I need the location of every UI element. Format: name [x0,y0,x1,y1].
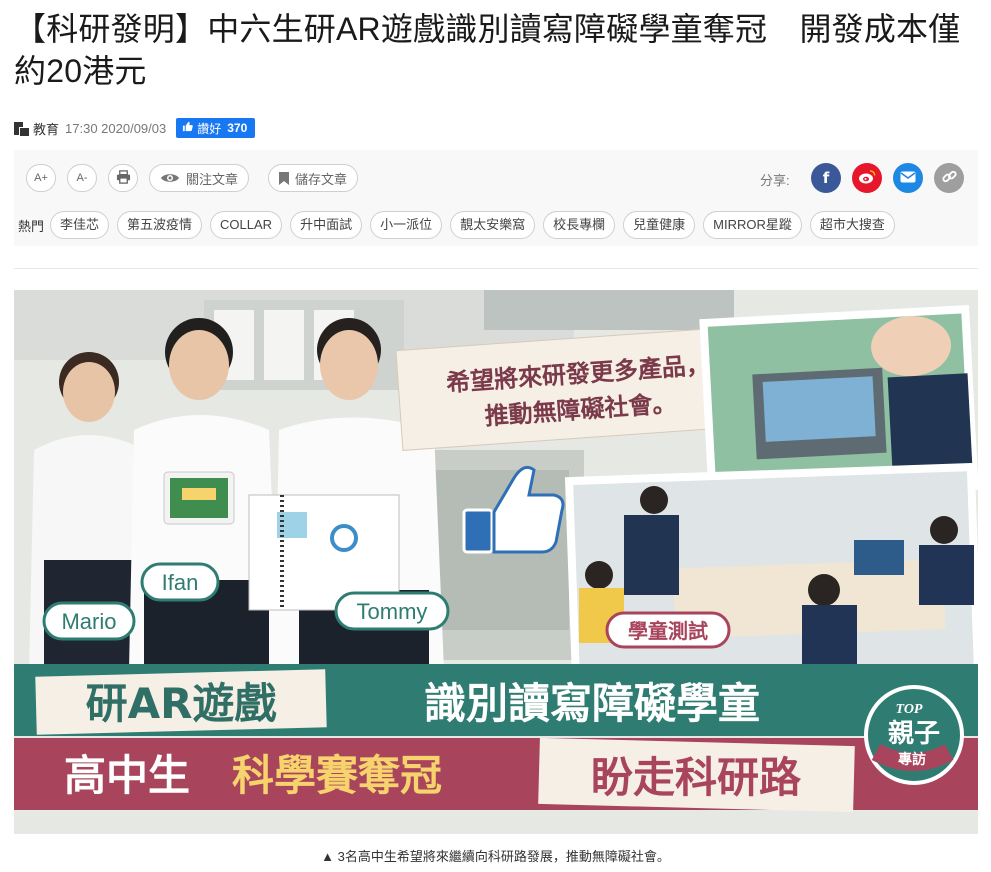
article-category[interactable]: 教育 [33,119,59,138]
follow-article-button[interactable]: 關注文章 [149,164,250,192]
article-hero-image[interactable]: 希望將來研發更多產品， 推動無障礙社會。 Mario Ifan Tommy 學童… [14,290,978,834]
printer-icon [116,169,131,187]
weibo-share-button[interactable] [852,163,882,193]
link-icon [941,169,957,188]
facebook-icon: f [822,169,830,187]
save-article-button[interactable]: 儲存文章 [268,164,359,192]
banner-line2-a: 高中生 [64,751,190,800]
hot-topics-bar: 熱門 李佳芯 第五波疫情 COLLAR 升中面試 小一派位 靚太安樂窩 校長專欄… [14,204,978,246]
eye-icon [160,172,180,184]
email-icon [900,170,916,187]
article-title: 【科研發明】中六生研AR遊戲識別讀寫障礙學童奪冠 開發成本僅約20港元 [14,11,961,89]
hot-tag[interactable]: 李佳芯 [50,211,110,239]
email-share-button[interactable] [893,163,923,193]
badge-mid: 親子 [888,719,940,749]
like-count: 370 [227,121,248,135]
hot-tag[interactable]: 第五波疫情 [117,211,203,239]
facebook-share-button[interactable]: f [811,163,841,193]
facebook-like-button[interactable]: 讚好 370 [176,118,256,138]
hot-label: 熱門 [18,218,45,234]
image-caption: ▲ 3名高中生希望將來繼續向科研路發展，推動無障礙社會。 [321,849,670,864]
font-decrease-button[interactable]: A- [67,164,97,192]
like-label: 讚好 [197,121,222,136]
hot-tag[interactable]: 兒童健康 [623,211,696,239]
banner-line2-c: 盼走科研路 [591,753,802,802]
hot-tag[interactable]: COLLAR [210,211,283,239]
thumbs-up-icon [182,121,193,135]
article-time: 17:30 2020/09/03 [65,120,167,136]
article-meta: 教育 17:30 2020/09/03 讚好 370 [14,118,256,138]
article-toolbar: A+ A- 關注文章 儲存文章 分享: f [14,150,978,204]
name-mario: Mario [61,609,116,634]
bookmark-icon [279,171,289,185]
name-ifan: Ifan [162,570,199,595]
divider [14,268,978,269]
hot-tag[interactable]: 超市大搜查 [809,211,895,239]
banner-line1-left: 研AR遊戲 [86,679,277,728]
badge-top: TOP [896,702,923,717]
category-icon [14,121,29,136]
print-button[interactable] [108,164,138,192]
hot-tag[interactable]: 校長專欄 [543,211,616,239]
hot-tag[interactable]: 升中面試 [290,211,363,239]
share-label: 分享: [760,173,790,188]
name-tommy: Tommy [357,599,428,624]
font-increase-button[interactable]: A+ [26,164,56,192]
hot-tag[interactable]: MIRROR星蹤 [703,211,802,239]
badge-bottom: 專訪 [898,751,926,768]
hot-tag[interactable]: 小一派位 [370,211,443,239]
hot-tag[interactable]: 靚太安樂窩 [450,211,536,239]
copy-link-button[interactable] [934,163,964,193]
banner-line2-b: 科學賽奪冠 [232,751,442,800]
weibo-icon [858,169,876,188]
test-label: 學童測試 [628,619,708,643]
banner-line1-right: 識別讀寫障礙學童 [424,679,760,728]
